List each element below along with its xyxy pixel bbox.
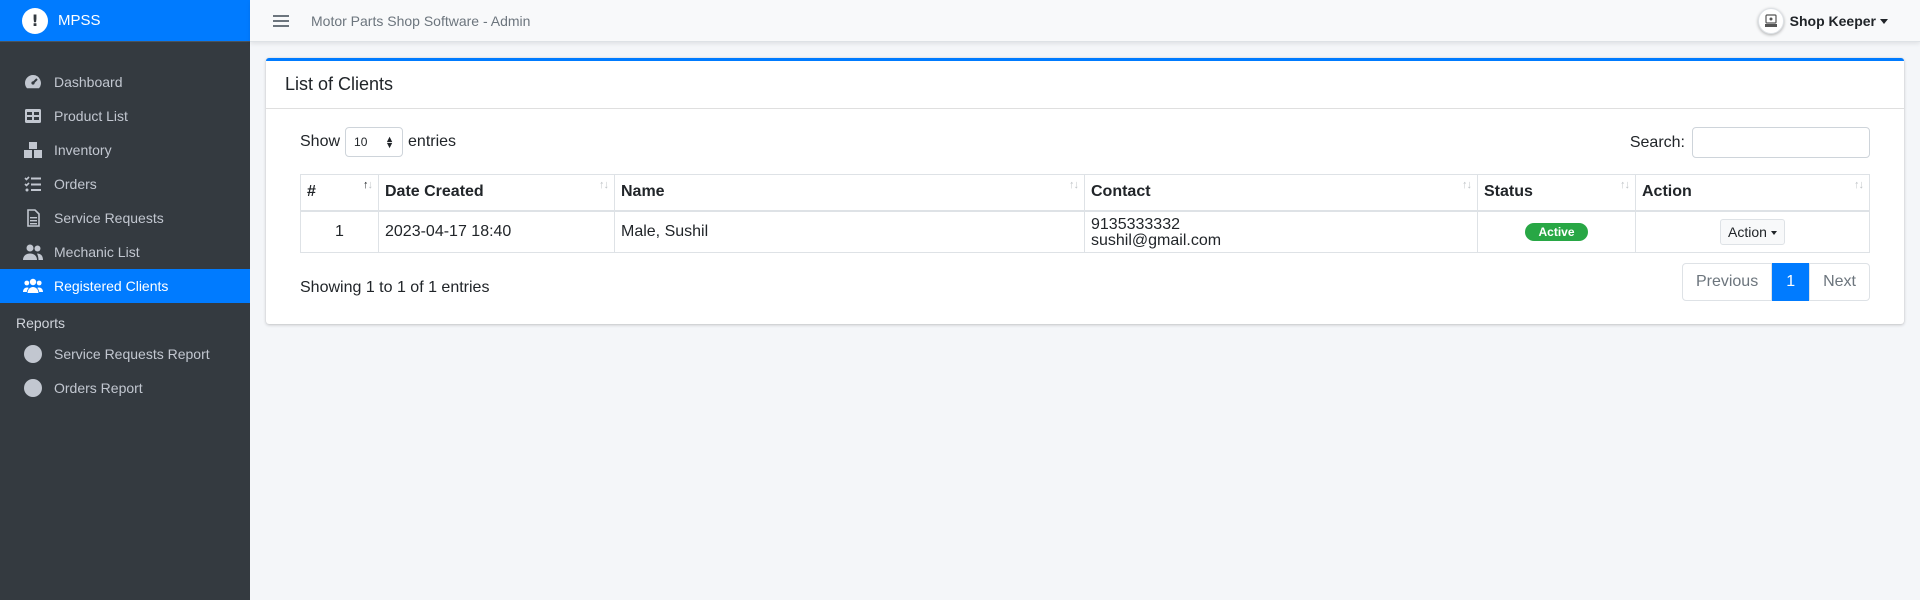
sidebar-item-product-list[interactable]: Product List (0, 99, 250, 133)
status-badge: Active (1525, 222, 1588, 241)
contact-email: sushil@gmail.com (1091, 231, 1222, 249)
search-control: Search: (1630, 127, 1870, 158)
cell-status: Active (1477, 210, 1636, 253)
entries-length-control: Show 10 ▲ ▼ entries (300, 127, 456, 157)
column-header-date-created[interactable]: Date Created ↑↓ (378, 174, 615, 212)
column-header-status[interactable]: Status ↑↓ (1477, 174, 1636, 212)
pagination: Previous 1 Next (1681, 263, 1870, 301)
user-name: Shop Keeper (1789, 13, 1876, 29)
app-title: Motor Parts Shop Software - Admin (311, 12, 531, 29)
sidebar-item-orders[interactable]: Orders (0, 167, 250, 201)
sidebar-item-mechanic-list[interactable]: Mechanic List (0, 235, 250, 269)
brand-link[interactable]: ! MPSS (0, 0, 250, 42)
sidebar-item-label: Service Requests (54, 210, 164, 226)
sort-icon: ↑↓ (599, 179, 609, 191)
table-row: 1 2023-04-17 18:40 Male, Sushil 91353333… (300, 210, 1870, 253)
next-page-button[interactable]: Next (1809, 263, 1870, 301)
sort-icon: ↑↓ (1854, 179, 1864, 191)
sort-icon: ↑↓ (1620, 179, 1630, 191)
table-icon (23, 107, 43, 125)
menu-toggle-icon[interactable] (273, 12, 289, 30)
table-header-row: # ↑↓ Date Created ↑↓ Name ↑↓ Contact ↑↓ Stat… (300, 174, 1870, 212)
previous-page-button[interactable]: Previous (1681, 263, 1773, 301)
sort-icon: ↑↓ (363, 179, 373, 191)
column-header-number[interactable]: # ↑↓ (300, 174, 379, 212)
tachometer-icon (23, 73, 43, 91)
cell-contact: 9135333332 sushil@gmail.com (1084, 210, 1478, 253)
sidebar-item-label: Registered Clients (54, 278, 169, 294)
entries-select[interactable]: 10 ▲ ▼ (345, 127, 404, 157)
sidebar-header-reports: Reports (16, 315, 66, 331)
boxes-icon (23, 141, 43, 159)
brand-name: MPSS (58, 12, 101, 29)
sidebar-item-label: Orders (54, 176, 97, 192)
sidebar-item-dashboard[interactable]: Dashboard (0, 65, 250, 99)
sidebar-item-registered-clients[interactable]: Registered Clients (0, 269, 250, 303)
chevron-down-icon (1880, 18, 1888, 24)
circle-icon (23, 379, 43, 397)
contact-phone: 9135333332 (1091, 215, 1180, 233)
column-header-name[interactable]: Name ↑↓ (614, 174, 1085, 212)
sidebar-item-label: Mechanic List (54, 244, 140, 260)
sidebar-item-label: Product List (54, 108, 128, 124)
entries-select-value: 10 (354, 135, 368, 149)
search-input[interactable] (1692, 127, 1870, 158)
entries-label: entries (408, 133, 457, 150)
sidebar-item-label: Orders Report (54, 380, 143, 396)
sidebar-item-orders-report[interactable]: Orders Report (0, 371, 250, 405)
sidebar: ! MPSS Dashboard Product List Inventory (0, 0, 250, 600)
sort-icon: ↑↓ (1069, 179, 1079, 191)
clients-table: # ↑↓ Date Created ↑↓ Name ↑↓ Contact ↑↓ Stat… (300, 174, 1870, 253)
circle-icon (23, 345, 43, 363)
sidebar-item-label: Inventory (54, 142, 112, 158)
cell-date-created: 2023-04-17 18:40 (378, 210, 615, 253)
sidebar-item-inventory[interactable]: Inventory (0, 133, 250, 167)
sidebar-item-service-requests[interactable]: Service Requests (0, 201, 250, 235)
table-info: Showing 1 to 1 of 1 entries (300, 279, 490, 296)
top-navbar: Motor Parts Shop Software - Admin Shop K… (250, 0, 1920, 42)
sidebar-item-service-requests-report[interactable]: Service Requests Report (0, 337, 250, 371)
avatar (1757, 8, 1784, 34)
chevron-down-icon (1770, 231, 1777, 236)
search-label: Search: (1629, 133, 1685, 151)
list-check-icon (23, 175, 43, 193)
column-header-contact[interactable]: Contact ↑↓ (1084, 174, 1478, 212)
sidebar-nav: Dashboard Product List Inventory Orders … (0, 42, 250, 405)
cell-action: Action (1635, 210, 1870, 253)
card-header: List of Clients (266, 61, 1904, 109)
cell-number: 1 (300, 210, 379, 253)
users-icon (23, 277, 43, 295)
page-button-1[interactable]: 1 (1772, 263, 1810, 301)
user-group-icon (23, 243, 43, 261)
cell-name: Male, Sushil (614, 210, 1085, 253)
sidebar-item-label: Service Requests Report (54, 346, 210, 362)
column-header-action[interactable]: Action ↑↓ (1635, 174, 1870, 212)
sidebar-item-label: Dashboard (54, 74, 123, 90)
show-label: Show (300, 133, 341, 150)
user-menu-dropdown[interactable]: Shop Keeper (1757, 8, 1888, 34)
file-icon (23, 209, 43, 227)
select-arrows-icon: ▲ ▼ (385, 134, 395, 150)
page-title: List of Clients (285, 74, 394, 94)
brand-logo: ! (22, 7, 48, 34)
action-dropdown-button[interactable]: Action (1720, 218, 1785, 245)
sort-icon: ↑↓ (1462, 179, 1472, 191)
